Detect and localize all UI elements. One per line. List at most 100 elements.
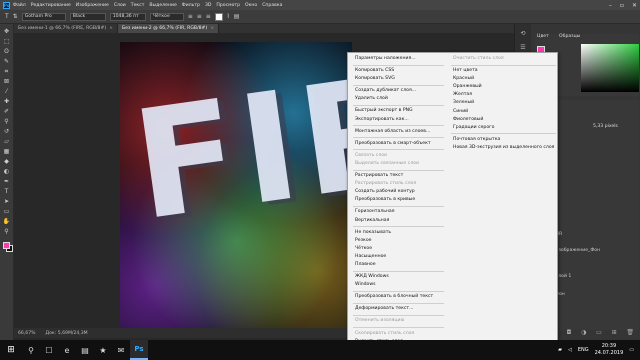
menu-edit[interactable]: Редактирование <box>31 3 71 8</box>
path-select-icon[interactable]: ➤ <box>3 198 11 206</box>
tab-document-2[interactable]: Без имени-2 @ 66,7% (FIR, RGB/8#) × <box>117 24 220 33</box>
eyedropper-tool-icon[interactable]: ⁄ <box>3 88 11 96</box>
context-menu-item[interactable]: Экспортировать как... <box>348 116 446 124</box>
move-tool-icon[interactable]: ✥ <box>3 28 11 36</box>
font-style-select[interactable]: Black <box>69 12 106 21</box>
gradient-tool-icon[interactable]: ▦ <box>3 148 11 156</box>
lasso-tool-icon[interactable]: ʘ <box>3 48 11 56</box>
maximize-icon[interactable]: ▫ <box>620 2 624 9</box>
artwork-canvas[interactable]: FIR <box>120 42 352 328</box>
history-brush-icon[interactable]: ↺ <box>3 128 11 136</box>
trash-icon[interactable]: 🗑 <box>626 329 634 338</box>
brush-tool-icon[interactable]: ✐ <box>3 108 11 116</box>
color-panel-title[interactable]: Цвет <box>537 34 549 41</box>
context-menu-item[interactable]: Почтовая открытка <box>446 136 558 144</box>
menu-window[interactable]: Окно <box>245 3 257 8</box>
photoshop-logo-icon[interactable]: Ps <box>3 1 10 9</box>
context-menu-item[interactable]: Насыщенное <box>348 253 446 261</box>
text-color-swatch[interactable] <box>214 12 223 21</box>
context-menu-item[interactable]: Резкое <box>348 237 446 245</box>
type-tool-icon[interactable]: T <box>5 13 9 20</box>
blur-tool-icon[interactable]: ◆ <box>3 158 11 166</box>
font-family-select[interactable]: Gotham Pro <box>21 12 66 21</box>
frame-tool-icon[interactable]: ⊠ <box>3 78 11 86</box>
context-menu-item[interactable]: Копировать CSS <box>348 67 446 75</box>
photoshop-taskbar-icon[interactable]: Ps <box>130 340 148 360</box>
context-menu-item[interactable]: Нет цвета <box>446 67 558 75</box>
folder-icon[interactable]: ▭ <box>596 329 602 338</box>
type-tool-icon[interactable]: T <box>3 188 11 196</box>
network-icon[interactable]: ▰ <box>558 347 562 353</box>
context-menu-item[interactable]: Быстрый экспорт в PNG <box>348 107 446 115</box>
context-menu-item[interactable]: Создать дубликат слоя... <box>348 87 446 95</box>
context-menu-item[interactable]: Преобразовать в блочный текст <box>348 293 446 301</box>
context-menu-item[interactable]: Плавное <box>348 261 446 269</box>
menu-help[interactable]: Справка <box>262 3 282 8</box>
menu-layers[interactable]: Слои <box>114 3 126 8</box>
file-explorer-icon[interactable]: ▤ <box>76 340 94 360</box>
hand-tool-icon[interactable]: ✋ <box>3 218 11 226</box>
character-panel-icon[interactable]: ▤ <box>234 13 240 20</box>
context-menu-item[interactable]: Создать рабочий контур <box>348 188 446 196</box>
language-indicator[interactable]: ENG <box>578 347 589 353</box>
context-menu-item[interactable]: Преобразовать в кривые <box>348 196 446 204</box>
swatches-panel-title[interactable]: Образцы <box>559 34 580 41</box>
clone-stamp-icon[interactable]: ⚲ <box>3 118 11 126</box>
healing-brush-icon[interactable]: ✚ <box>3 98 11 106</box>
shape-tool-icon[interactable]: ▭ <box>3 208 11 216</box>
color-picker-field[interactable] <box>581 44 639 92</box>
context-menu-item[interactable]: Удалить слой <box>348 95 446 103</box>
context-menu-item[interactable]: Желтая <box>446 91 558 99</box>
tab-document-1[interactable]: Без имени-1 @ 66,7% (FIRE, RGB/8#) × <box>14 24 118 33</box>
context-menu-item[interactable]: Преобразовать в смарт-объект <box>348 140 446 148</box>
context-menu-item[interactable]: Вертикальная <box>348 217 446 225</box>
align-left-icon[interactable]: ≡ <box>188 13 193 20</box>
align-center-icon[interactable]: ≡ <box>197 13 202 20</box>
clock[interactable]: 20:39 24.07.2019 <box>595 343 624 357</box>
text-orientation-icon[interactable]: ⇅ <box>13 13 18 20</box>
align-right-icon[interactable]: ≡ <box>206 13 211 20</box>
minimize-icon[interactable]: – <box>609 2 612 9</box>
context-menu-item[interactable]: Синий <box>446 108 558 116</box>
context-menu-item[interactable]: Растрировать текст <box>348 172 446 180</box>
menu-file[interactable]: Файл <box>13 3 26 8</box>
quick-select-tool-icon[interactable]: ✎ <box>3 58 11 66</box>
context-menu-item[interactable]: Градации серого <box>446 124 558 132</box>
context-menu-item[interactable]: Не показывать <box>348 229 446 237</box>
dodge-tool-icon[interactable]: ◐ <box>3 168 11 176</box>
warp-text-icon[interactable]: ⌇ <box>227 13 230 20</box>
task-view-icon[interactable]: ☐ <box>40 340 58 360</box>
antialias-select[interactable]: Чёткое <box>149 12 184 21</box>
zoom-level[interactable]: 66,67% <box>18 331 36 336</box>
zoom-tool-icon[interactable]: ⚲ <box>3 228 11 236</box>
menu-filter[interactable]: Фильтр <box>182 3 200 8</box>
context-menu-item[interactable]: ЖКД Windows <box>348 273 446 281</box>
menu-view[interactable]: Просмотр <box>216 3 240 8</box>
foreground-color-swatch[interactable] <box>3 242 10 249</box>
context-menu-item[interactable]: Монтажная область из слоев... <box>348 128 446 136</box>
crop-tool-icon[interactable]: ⌗ <box>3 68 11 76</box>
store-icon[interactable]: ★ <box>94 340 112 360</box>
new-layer-icon[interactable]: ⊞ <box>612 329 617 338</box>
context-menu-item[interactable]: Чёткое <box>348 245 446 253</box>
context-menu-item[interactable]: Горизонтальная <box>348 208 446 216</box>
menu-type[interactable]: Текст <box>131 3 145 8</box>
close-icon[interactable]: × <box>210 26 214 31</box>
context-menu-item[interactable]: Новая 3D-экструзия из выделенного слоя <box>446 144 558 152</box>
menu-image[interactable]: Изображение <box>76 3 109 8</box>
history-icon[interactable]: ⟲ <box>519 30 527 38</box>
marquee-tool-icon[interactable]: ⬚ <box>3 38 11 46</box>
edge-browser-icon[interactable]: e <box>58 340 76 360</box>
windows-logo-icon[interactable]: ⊞ <box>0 340 22 360</box>
menu-3d[interactable]: 3D <box>205 3 211 8</box>
context-menu-item[interactable]: Красный <box>446 75 558 83</box>
eraser-tool-icon[interactable]: ▱ <box>3 138 11 146</box>
context-menu-item[interactable]: Windows <box>348 281 446 289</box>
mask-icon[interactable]: ◘ <box>567 329 572 338</box>
search-icon[interactable]: ⚲ <box>22 340 40 360</box>
notifications-icon[interactable]: ▭ <box>629 347 634 353</box>
close-icon[interactable]: ✕ <box>632 2 637 9</box>
font-size-field[interactable]: 1048,36 пт <box>109 12 146 21</box>
context-menu-item[interactable]: Оранжевый <box>446 83 558 91</box>
mail-icon[interactable]: ✉ <box>112 340 130 360</box>
